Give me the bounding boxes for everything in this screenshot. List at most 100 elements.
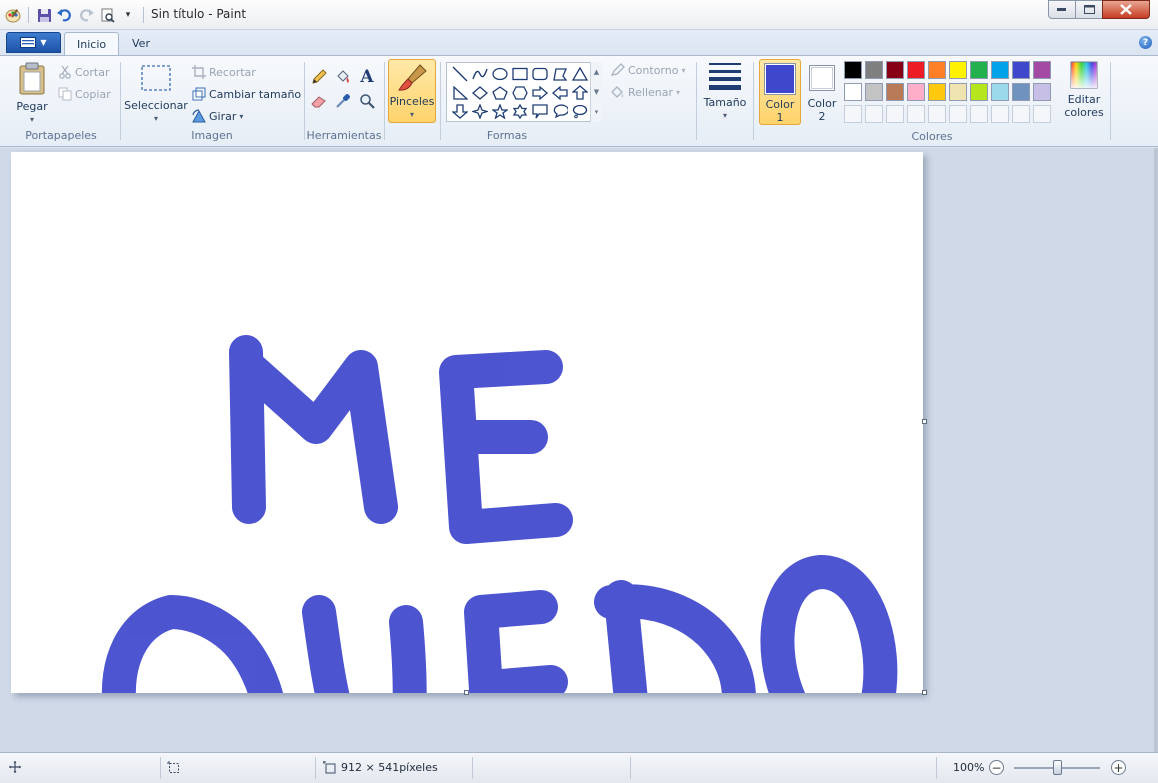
resize-handle-right[interactable] [922, 419, 927, 424]
diamond-shape-icon[interactable] [470, 83, 490, 102]
close-button[interactable] [1102, 0, 1150, 19]
custom-color-slot[interactable] [928, 105, 946, 123]
palette-color-swatch[interactable] [886, 61, 904, 79]
hexagon-shape-icon[interactable] [510, 83, 530, 102]
polygon-shape-icon[interactable] [550, 64, 570, 83]
resize-handle-corner[interactable] [922, 690, 927, 695]
up-arrow-shape-icon[interactable] [570, 83, 590, 102]
zoom-slider-thumb[interactable] [1053, 760, 1062, 775]
rounded-rectangle-shape-icon[interactable] [530, 64, 550, 83]
oval-callout-shape-icon[interactable] [550, 102, 570, 121]
expand-gallery-icon[interactable]: ▾ [595, 108, 599, 116]
save-icon[interactable] [35, 6, 53, 24]
rotate-button[interactable]: Girar ▾ [192, 109, 243, 123]
custom-color-slot[interactable] [886, 105, 904, 123]
brushes-button[interactable]: Pinceles ▾ [388, 59, 436, 123]
paste-icon [19, 62, 45, 95]
eraser-icon[interactable] [308, 90, 330, 112]
custom-color-slot[interactable] [907, 105, 925, 123]
help-icon[interactable]: ? [1139, 36, 1152, 49]
pencil-icon[interactable] [308, 66, 330, 88]
palette-color-swatch[interactable] [844, 61, 862, 79]
palette-color-swatch[interactable] [865, 83, 883, 101]
palette-color-swatch[interactable] [1033, 83, 1051, 101]
magnifier-icon[interactable] [356, 90, 378, 112]
cloud-callout-shape-icon[interactable] [570, 102, 590, 121]
palette-color-swatch[interactable] [1033, 61, 1051, 79]
select-button[interactable]: Seleccionar ▾ [124, 64, 188, 125]
paste-button[interactable]: Pegar ▾ [12, 62, 52, 126]
five-point-star-shape-icon[interactable] [490, 102, 510, 121]
title-bar: ▾ Sin título - Paint [0, 0, 1158, 30]
custom-color-slot[interactable] [949, 105, 967, 123]
oval-shape-icon[interactable] [490, 64, 510, 83]
right-arrow-shape-icon[interactable] [530, 83, 550, 102]
palette-color-swatch[interactable] [907, 61, 925, 79]
palette-color-swatch[interactable] [928, 61, 946, 79]
palette-color-swatch[interactable] [991, 83, 1009, 101]
right-triangle-shape-icon[interactable] [450, 83, 470, 102]
rectangle-shape-icon[interactable] [510, 64, 530, 83]
shapes-gallery-scrollbar[interactable]: ▲ ▼ ▾ [590, 62, 602, 122]
zoom-in-button[interactable]: + [1111, 760, 1126, 775]
fill-button[interactable]: Rellenar ▾ [610, 85, 680, 99]
fill-bucket-icon[interactable] [332, 66, 354, 88]
curve-shape-icon[interactable] [470, 64, 490, 83]
color1-button[interactable]: Color 1 [759, 59, 801, 125]
palette-color-swatch[interactable] [1012, 83, 1030, 101]
outline-button[interactable]: Contorno ▾ [610, 63, 685, 77]
custom-color-slot[interactable] [970, 105, 988, 123]
undo-icon[interactable] [56, 6, 74, 24]
pentagon-shape-icon[interactable] [490, 83, 510, 102]
palette-color-swatch[interactable] [865, 61, 883, 79]
custom-color-slot[interactable] [1012, 105, 1030, 123]
tab-view[interactable]: Ver [120, 32, 162, 55]
palette-color-swatch[interactable] [844, 83, 862, 101]
color2-button[interactable]: Color 2 [803, 59, 841, 125]
print-preview-icon[interactable] [98, 6, 116, 24]
paint-menu-button[interactable]: ▼ [6, 32, 61, 53]
palette-color-swatch[interactable] [970, 61, 988, 79]
custom-color-slot[interactable] [1033, 105, 1051, 123]
palette-color-swatch[interactable] [970, 83, 988, 101]
custom-color-slot[interactable] [844, 105, 862, 123]
scroll-down-icon[interactable]: ▼ [594, 88, 599, 96]
six-point-star-shape-icon[interactable] [510, 102, 530, 121]
copy-button[interactable]: Copiar [58, 87, 111, 101]
drawing-canvas[interactable] [11, 152, 923, 752]
custom-color-slot[interactable] [991, 105, 1009, 123]
minimize-button[interactable] [1048, 0, 1076, 19]
palette-color-swatch[interactable] [949, 61, 967, 79]
palette-color-swatch[interactable] [928, 83, 946, 101]
maximize-button[interactable] [1075, 0, 1103, 19]
text-icon[interactable]: A [356, 66, 378, 88]
canvas-workspace[interactable] [0, 148, 1158, 752]
palette-color-swatch[interactable] [991, 61, 1009, 79]
palette-color-swatch[interactable] [949, 83, 967, 101]
edit-colors-button[interactable]: Editar colores [1063, 61, 1105, 119]
triangle-shape-icon[interactable] [570, 64, 590, 83]
tab-home[interactable]: Inicio [64, 32, 120, 55]
four-point-star-shape-icon[interactable] [470, 102, 490, 121]
scroll-up-icon[interactable]: ▲ [594, 68, 599, 76]
chevron-down-icon: ▾ [722, 111, 727, 120]
palette-color-swatch[interactable] [1012, 61, 1030, 79]
down-arrow-shape-icon[interactable] [450, 102, 470, 121]
resize-button[interactable]: Cambiar tamaño [192, 87, 301, 101]
crop-button[interactable]: Recortar [192, 65, 256, 79]
zoom-out-button[interactable]: − [989, 760, 1004, 775]
redo-icon[interactable] [77, 6, 95, 24]
cut-button[interactable]: Cortar [58, 65, 110, 79]
paint-app-icon[interactable] [4, 6, 22, 24]
palette-color-swatch[interactable] [886, 83, 904, 101]
custom-color-slot[interactable] [865, 105, 883, 123]
color-picker-icon[interactable] [332, 90, 354, 112]
left-arrow-shape-icon[interactable] [550, 83, 570, 102]
customize-qat-icon[interactable]: ▾ [119, 6, 137, 24]
size-button[interactable]: Tamaño ▾ [702, 61, 748, 122]
resize-handle-bottom[interactable] [464, 690, 469, 695]
window-title: Sin título - Paint [151, 7, 247, 21]
palette-color-swatch[interactable] [907, 83, 925, 101]
line-shape-icon[interactable] [450, 64, 470, 83]
rect-callout-shape-icon[interactable] [530, 102, 550, 121]
